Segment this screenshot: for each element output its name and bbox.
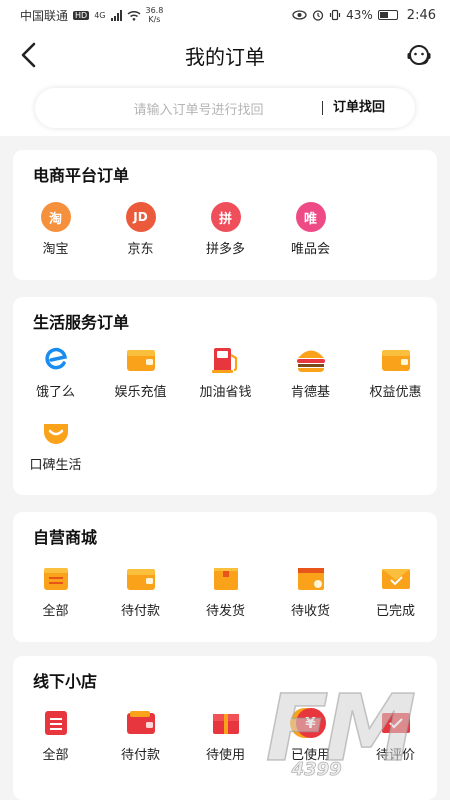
platform-taobao[interactable]: 淘 淘宝 [13, 202, 98, 257]
item-label: 权益优惠 [369, 385, 422, 400]
platform-jd[interactable]: JD 京东 [98, 202, 183, 257]
item-label: 口碑生活 [29, 458, 82, 473]
complete-icon [381, 569, 410, 589]
item-label: 已完成 [375, 604, 415, 619]
app-header: 我的订单 [0, 30, 450, 80]
order-number-input[interactable]: 请输入订单号进行找回 [35, 99, 322, 118]
receive-icon [297, 568, 324, 590]
platform-vipshop[interactable]: 唯 唯品会 [268, 202, 353, 257]
mall-all[interactable]: 全部 [13, 564, 98, 619]
item-label: 肯德基 [290, 385, 330, 400]
item-label: 淘宝 [42, 242, 69, 257]
life-service-orders-card: 生活服务订单 饿了么 娱乐充值 加油省钱 肯德基 权益优惠 口碑生活 [13, 297, 437, 495]
item-label: 饿了么 [35, 385, 75, 400]
alarm-icon [312, 10, 324, 21]
store-all[interactable]: 全部 [13, 708, 98, 763]
item-label: 全部 [42, 748, 69, 763]
customer-service-icon[interactable] [406, 43, 432, 67]
mall-pending-payment[interactable]: 待付款 [98, 564, 183, 619]
eye-icon [292, 10, 307, 20]
koubei-icon [43, 424, 68, 444]
signal-icon [110, 9, 122, 21]
mall-pending-receipt[interactable]: 待收货 [268, 564, 353, 619]
wallet-icon [126, 350, 155, 371]
service-fuel-saving[interactable]: 加油省钱 [183, 345, 268, 400]
box-icon [213, 568, 238, 590]
order-search-box: 请输入订单号进行找回 订单找回 [35, 88, 415, 128]
platform-pinduoduo[interactable]: 拼 拼多多 [183, 202, 268, 257]
watermark-logo: FM 4399 [265, 674, 417, 783]
battery-icon [377, 10, 398, 20]
item-label: 待发货 [205, 604, 245, 619]
service-eleme[interactable]: 饿了么 [13, 345, 98, 400]
network-type: 4G [94, 10, 106, 20]
status-bar: 中国联通 HD 4G 36.8 K/s 43% 2:46 [0, 0, 450, 30]
item-label: 娱乐充值 [114, 385, 167, 400]
taobao-icon: 淘 [40, 202, 71, 232]
fuel-pump-icon [211, 348, 237, 373]
clock: 2:46 [406, 7, 436, 23]
item-label: 待付款 [120, 604, 160, 619]
burger-icon [296, 350, 325, 372]
wifi-icon [127, 10, 140, 21]
back-arrow-icon[interactable] [20, 42, 36, 68]
service-benefits[interactable]: 权益优惠 [353, 345, 438, 400]
vipshop-icon: 唯 [295, 202, 326, 232]
service-koubei[interactable]: 口碑生活 [13, 418, 98, 473]
store-pending-payment[interactable]: 待付款 [98, 708, 183, 763]
item-label: 拼多多 [205, 242, 245, 257]
carrier-label: 中国联通 [20, 8, 69, 23]
section-title: 线下小店 [33, 672, 98, 691]
store-to-use[interactable]: 待使用 [183, 708, 268, 763]
service-kfc[interactable]: 肯德基 [268, 345, 353, 400]
mall-pending-shipment[interactable]: 待发货 [183, 564, 268, 619]
item-label: 待使用 [205, 748, 245, 763]
list-icon [43, 568, 68, 590]
item-label: 京东 [127, 242, 154, 257]
wallet-icon [126, 711, 155, 734]
service-entertainment-topup[interactable]: 娱乐充值 [98, 345, 183, 400]
mall-completed[interactable]: 已完成 [353, 564, 438, 619]
jd-icon: JD [125, 202, 156, 232]
item-label: 待收货 [290, 604, 330, 619]
self-mall-orders-card: 自营商城 全部 待付款 待发货 待收货 已完成 [13, 512, 437, 642]
list-icon [44, 711, 67, 735]
eleme-icon [44, 347, 67, 370]
section-title: 自营商城 [33, 528, 98, 547]
item-label: 待付款 [120, 748, 160, 763]
order-recover-button[interactable]: 订单找回 [321, 101, 415, 115]
wallet-icon [126, 569, 155, 590]
battery-percent: 43% [346, 8, 373, 22]
vibrate-icon [330, 9, 341, 21]
page-title: 我的订单 [185, 44, 265, 69]
search-bar-area: 请输入订单号进行找回 订单找回 [0, 80, 450, 136]
item-label: 加油省钱 [199, 385, 252, 400]
item-label: 全部 [42, 604, 69, 619]
hd-badge: HD [73, 10, 90, 20]
item-label: 唯品会 [290, 242, 330, 257]
network-speed: 36.8 K/s [145, 6, 164, 24]
gift-icon [212, 714, 239, 734]
card-icon [381, 350, 410, 371]
section-title: 生活服务订单 [33, 313, 130, 332]
pinduoduo-icon: 拼 [210, 202, 241, 232]
ecommerce-orders-card: 电商平台订单 淘 淘宝 JD 京东 拼 拼多多 唯 唯品会 [13, 150, 437, 280]
section-title: 电商平台订单 [33, 166, 130, 185]
